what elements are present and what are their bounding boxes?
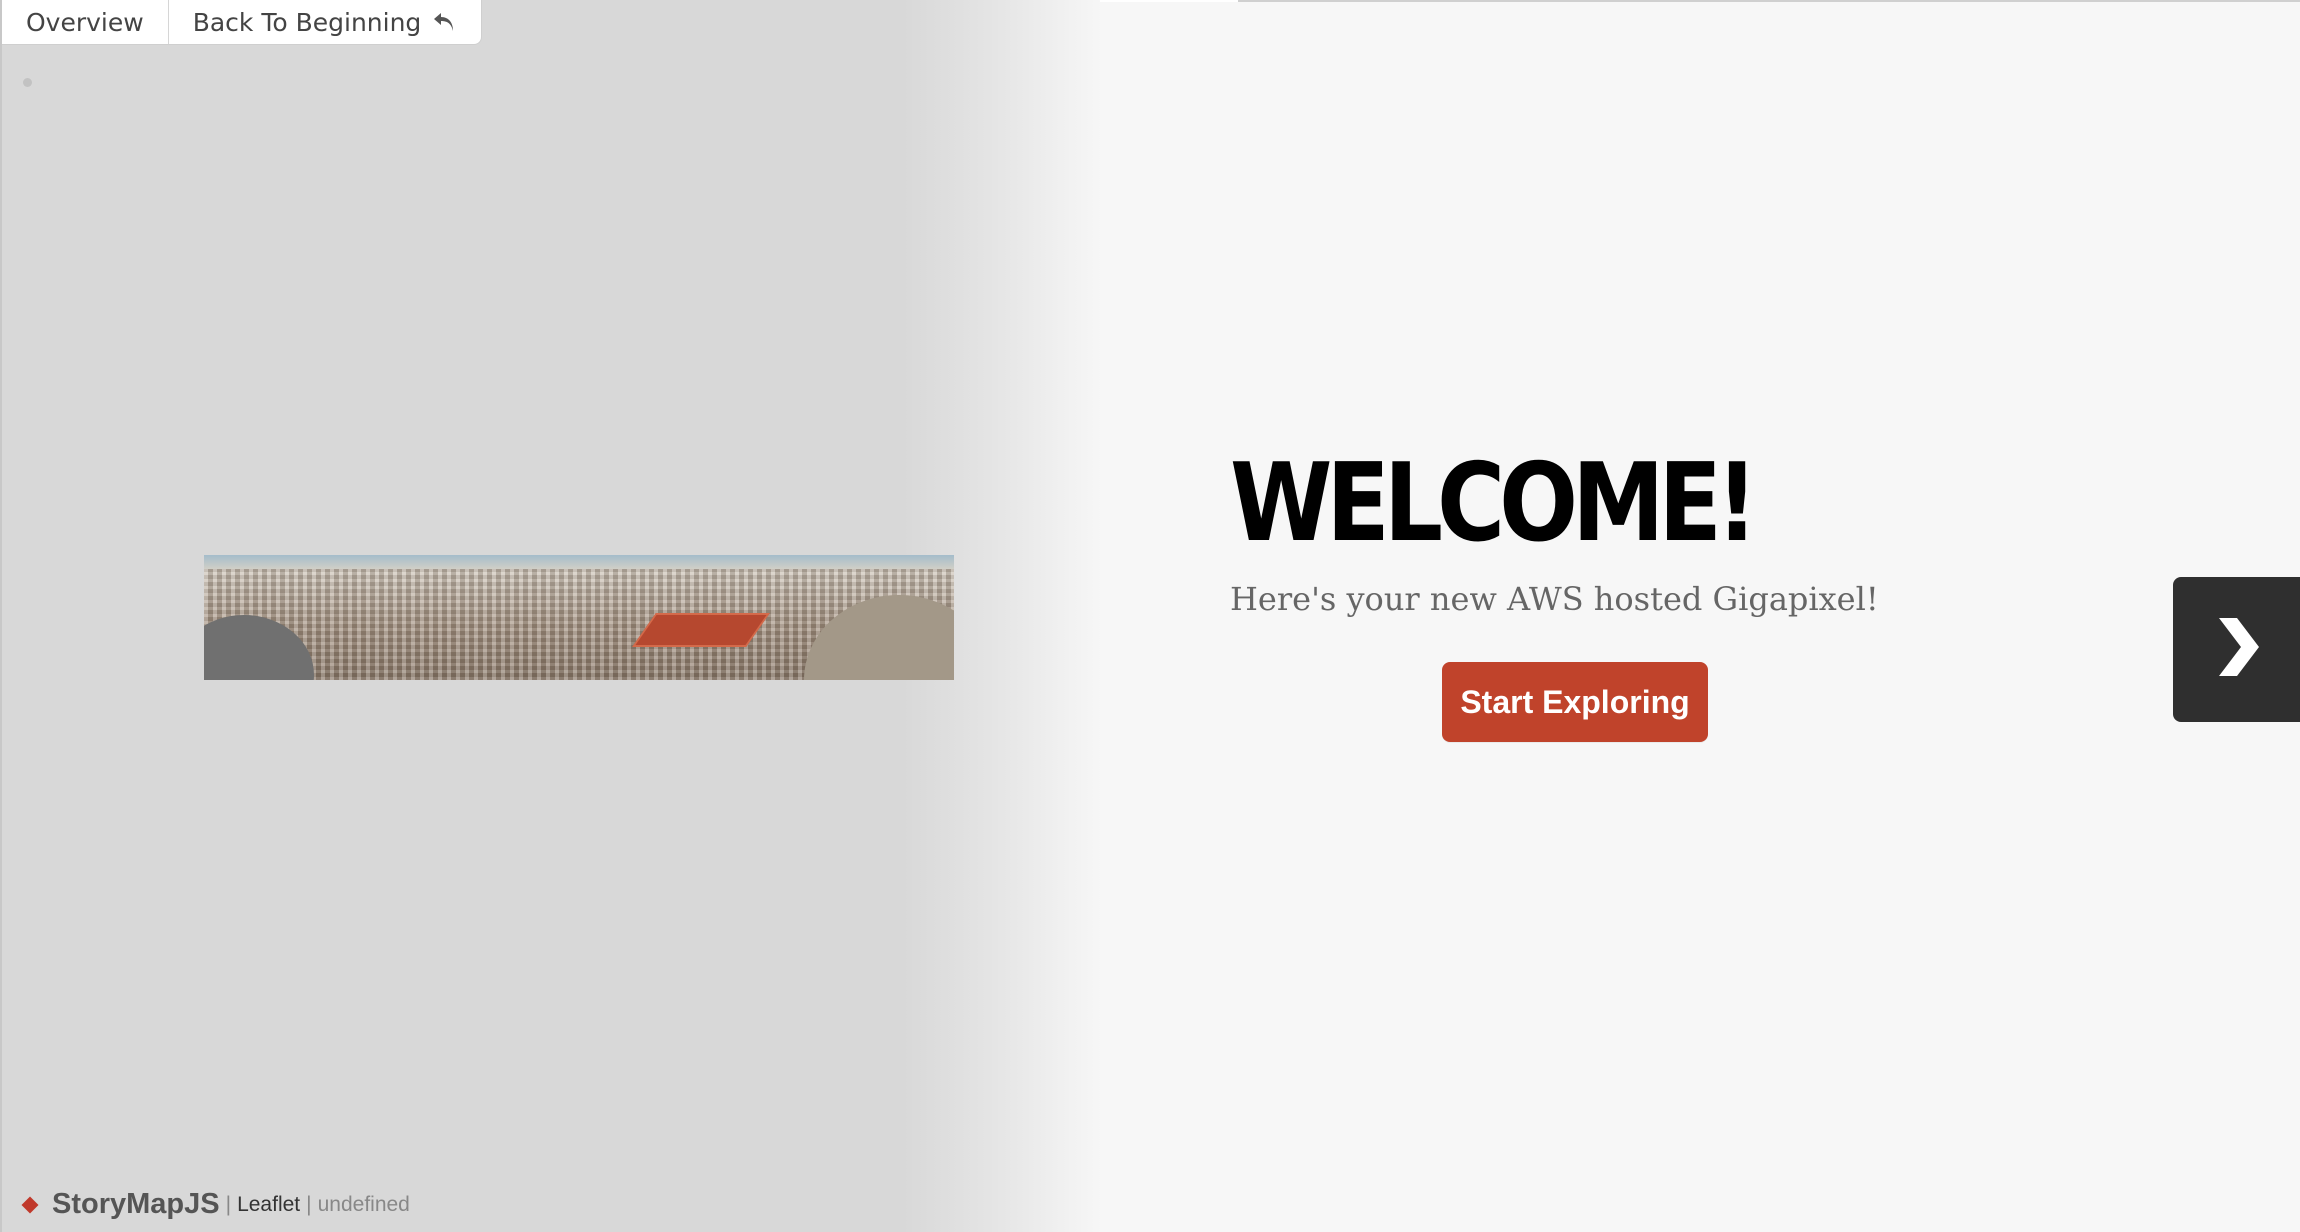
gigapixel-panorama-image[interactable] [204, 555, 954, 680]
return-arrow-icon [431, 9, 457, 35]
start-exploring-button[interactable]: Start Exploring [1442, 662, 1708, 742]
attribution-source: undefined [317, 1192, 410, 1216]
title-slide: WELCOME! Here's your new AWS hosted Giga… [1230, 441, 1930, 742]
back-to-beginning-button[interactable]: Back To Beginning [167, 0, 482, 44]
map-marker-dot [23, 78, 32, 87]
chevron-right-icon [2207, 612, 2267, 687]
storymapjs-brand-link[interactable]: StoryMapJS [52, 1188, 220, 1221]
attribution-separator-2: | [306, 1192, 312, 1216]
overview-label: Overview [26, 7, 144, 37]
storymap-app: Overview Back To Beginning StoryMapJS | … [0, 0, 2300, 1232]
diamond-icon [21, 1196, 39, 1213]
slide-headline: WELCOME! [1230, 441, 1758, 566]
slide-subtitle: Here's your new AWS hosted Gigapixel! [1230, 580, 1879, 618]
map-pane[interactable]: Overview Back To Beginning StoryMapJS | … [0, 0, 1100, 1232]
leaflet-link[interactable]: Leaflet [237, 1193, 300, 1217]
panorama-roof [632, 613, 770, 647]
overview-button[interactable]: Overview [2, 0, 168, 44]
attribution-bar: StoryMapJS | Leaflet | undefined [20, 1188, 410, 1221]
storymap-menubar: Overview Back To Beginning [2, 0, 483, 45]
progress-line-segment [1078, 0, 1238, 2]
back-to-beginning-label: Back To Beginning [192, 7, 422, 37]
next-slide-button[interactable] [2173, 577, 2300, 722]
attribution-separator: | [225, 1192, 232, 1216]
